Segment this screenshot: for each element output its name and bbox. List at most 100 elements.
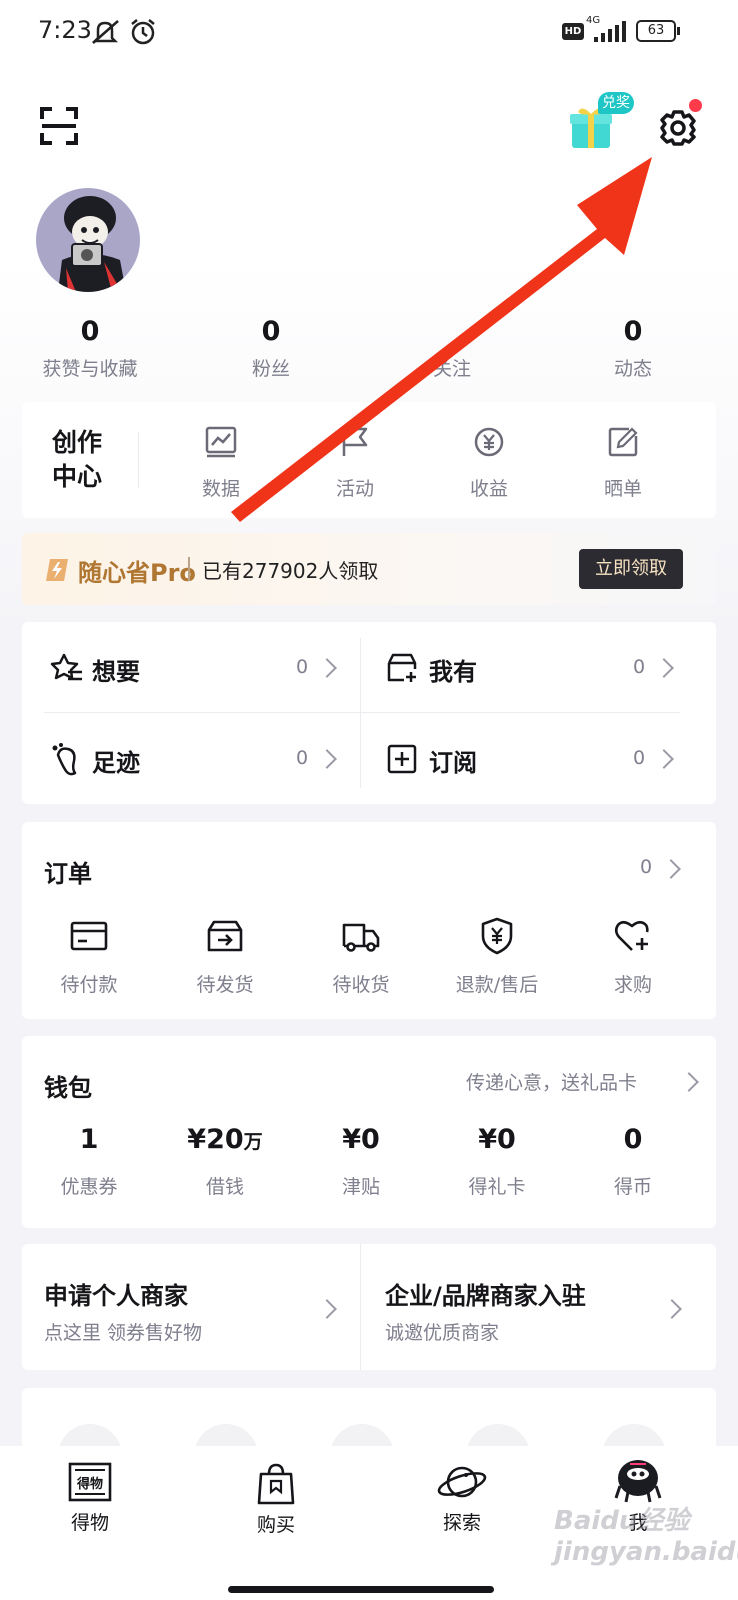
row-label: 想要 [92, 658, 140, 686]
chevron-right-icon [317, 1299, 337, 1319]
stat-value: 0 [261, 316, 281, 347]
row-label: 足迹 [92, 749, 140, 777]
yen-coin-icon [434, 422, 544, 462]
home-indicator[interactable] [228, 1586, 494, 1593]
order-label: 求购 [613, 974, 652, 996]
stat-likes[interactable]: 0 获赞与收藏 [15, 316, 165, 382]
gift-card-link[interactable]: 传递心意，送礼品卡 [452, 1064, 702, 1104]
wallet-coins[interactable]: 0 得币 [568, 1124, 698, 1208]
wallet-coupons[interactable]: 1 优惠券 [24, 1124, 154, 1208]
collections-card: 想要 0 我有 0 足迹 0 订阅 0 [22, 622, 716, 804]
creator-item-income[interactable]: 收益 [434, 422, 544, 502]
creator-item-label: 晒单 [603, 478, 642, 500]
stat-posts[interactable]: 0 动态 [558, 316, 708, 382]
nav-label: 得物 [70, 1512, 109, 1534]
wallet-label: 优惠券 [60, 1176, 118, 1198]
wallet-loan[interactable]: ¥20万 借钱 [160, 1124, 290, 1208]
planet-icon [402, 1452, 522, 1512]
footprint-icon [52, 743, 77, 776]
wallet-label: 借钱 [205, 1176, 244, 1198]
creator-item-showcase[interactable]: 晒单 [568, 422, 678, 502]
star-list-icon [50, 653, 82, 681]
dewu-logo-icon: 得物 [30, 1452, 150, 1512]
footprint-row[interactable]: 足迹 0 [22, 713, 360, 804]
merchant-subtitle: 诚邀优质商家 [385, 1322, 500, 1344]
order-label: 待付款 [60, 974, 118, 996]
wallet-value: ¥20 [187, 1124, 244, 1155]
merchant-subtitle: 点这里 领券售好物 [44, 1322, 203, 1344]
nav-label: 探索 [442, 1512, 481, 1534]
creator-center-title[interactable]: 创作 中心 [52, 426, 102, 494]
want-row[interactable]: 想要 0 [22, 622, 360, 712]
creator-item-data[interactable]: 数据 [166, 422, 276, 502]
chevron-right-icon [661, 859, 681, 879]
row-label: 订阅 [429, 749, 477, 777]
order-wanted[interactable]: 求购 [568, 914, 698, 998]
divider [138, 432, 139, 488]
nav-explore[interactable]: 探索 [402, 1446, 522, 1546]
avatar[interactable] [36, 188, 140, 292]
wallet-value: 0 [623, 1124, 643, 1155]
stat-value: 0 [80, 316, 100, 347]
shopping-bag-icon [216, 1454, 336, 1514]
watermark: Baidu经验 jingyan.baidu.com [554, 1506, 738, 1567]
wallet-label: 得礼卡 [468, 1176, 526, 1198]
stat-following[interactable]: 关注 [377, 316, 527, 382]
stat-fans[interactable]: 0 粉丝 [196, 316, 346, 382]
orders-count: 0 [640, 856, 653, 878]
order-pending-receipt[interactable]: 待收货 [296, 914, 426, 998]
wallet-card-icon [24, 914, 154, 958]
alarm-icon [131, 19, 155, 45]
chevron-right-icon [317, 658, 337, 678]
orders-title: 订单 [44, 860, 92, 888]
chevron-right-icon [679, 1072, 699, 1092]
wallet-value: ¥0 [342, 1124, 380, 1155]
wallet-gift-card[interactable]: ¥0 得礼卡 [432, 1124, 562, 1208]
merchant-title: 申请个人商家 [44, 1282, 188, 1310]
promo-banner[interactable]: 随心省Pro 已有277902人领取 立即领取 [22, 533, 716, 605]
chevron-right-icon [317, 749, 337, 769]
mute-icon [91, 20, 119, 44]
gear-icon [660, 110, 696, 146]
promo-brand: 随心省Pro [78, 559, 196, 587]
stat-label: 动态 [613, 358, 652, 380]
order-refund[interactable]: 退款/售后 [432, 914, 562, 998]
enterprise-merchant-entry[interactable]: 企业/品牌商家入驻 诚邀优质商家 [361, 1244, 716, 1370]
nav-buy[interactable]: 购买 [216, 1446, 336, 1546]
wallet-label: 得币 [613, 1176, 652, 1198]
scan-icon[interactable] [40, 107, 78, 145]
notification-dot [689, 99, 702, 112]
hd-icon: HD [562, 23, 584, 40]
order-pending-payment[interactable]: 待付款 [24, 914, 154, 998]
stat-label: 粉丝 [251, 358, 290, 380]
edit-icon [568, 422, 678, 462]
stat-label: 关注 [432, 358, 471, 380]
wallet-allowance[interactable]: ¥0 津贴 [296, 1124, 426, 1208]
order-pending-shipment[interactable]: 待发货 [160, 914, 290, 998]
settings-button[interactable] [658, 99, 702, 150]
wallet-value-suffix: 万 [243, 1131, 263, 1153]
claim-button[interactable]: 立即领取 [579, 549, 683, 589]
wallet-value: 1 [79, 1124, 99, 1155]
battery-icon: 63 [636, 20, 680, 42]
order-label: 退款/售后 [455, 974, 539, 996]
all-orders-link[interactable]: 0 [622, 848, 702, 888]
merchant-title: 企业/品牌商家入驻 [385, 1282, 586, 1310]
merchant-card: 申请个人商家 点这里 领券售好物 企业/品牌商家入驻 诚邀优质商家 [22, 1244, 716, 1370]
chart-icon [166, 422, 276, 462]
creator-item-label: 数据 [201, 478, 240, 500]
status-bar: 7:23 HD 4G 63 [0, 0, 738, 64]
plus-square-icon [387, 744, 417, 774]
stat-value: 0 [623, 316, 643, 347]
row-count: 0 [296, 747, 309, 769]
subscription-row[interactable]: 订阅 0 [361, 713, 716, 804]
nav-dewu[interactable]: 得物 得物 [30, 1446, 150, 1546]
personal-merchant-entry[interactable]: 申请个人商家 点这里 领券售好物 [22, 1244, 360, 1370]
owned-row[interactable]: 我有 0 [361, 622, 716, 712]
creator-item-activity[interactable]: 活动 [300, 422, 410, 502]
reward-gift-button[interactable]: 兑奖 [566, 92, 638, 152]
creator-item-label: 活动 [335, 478, 374, 500]
box-plus-icon [387, 653, 417, 682]
reward-badge: 兑奖 [598, 92, 634, 114]
row-label: 我有 [429, 658, 477, 686]
